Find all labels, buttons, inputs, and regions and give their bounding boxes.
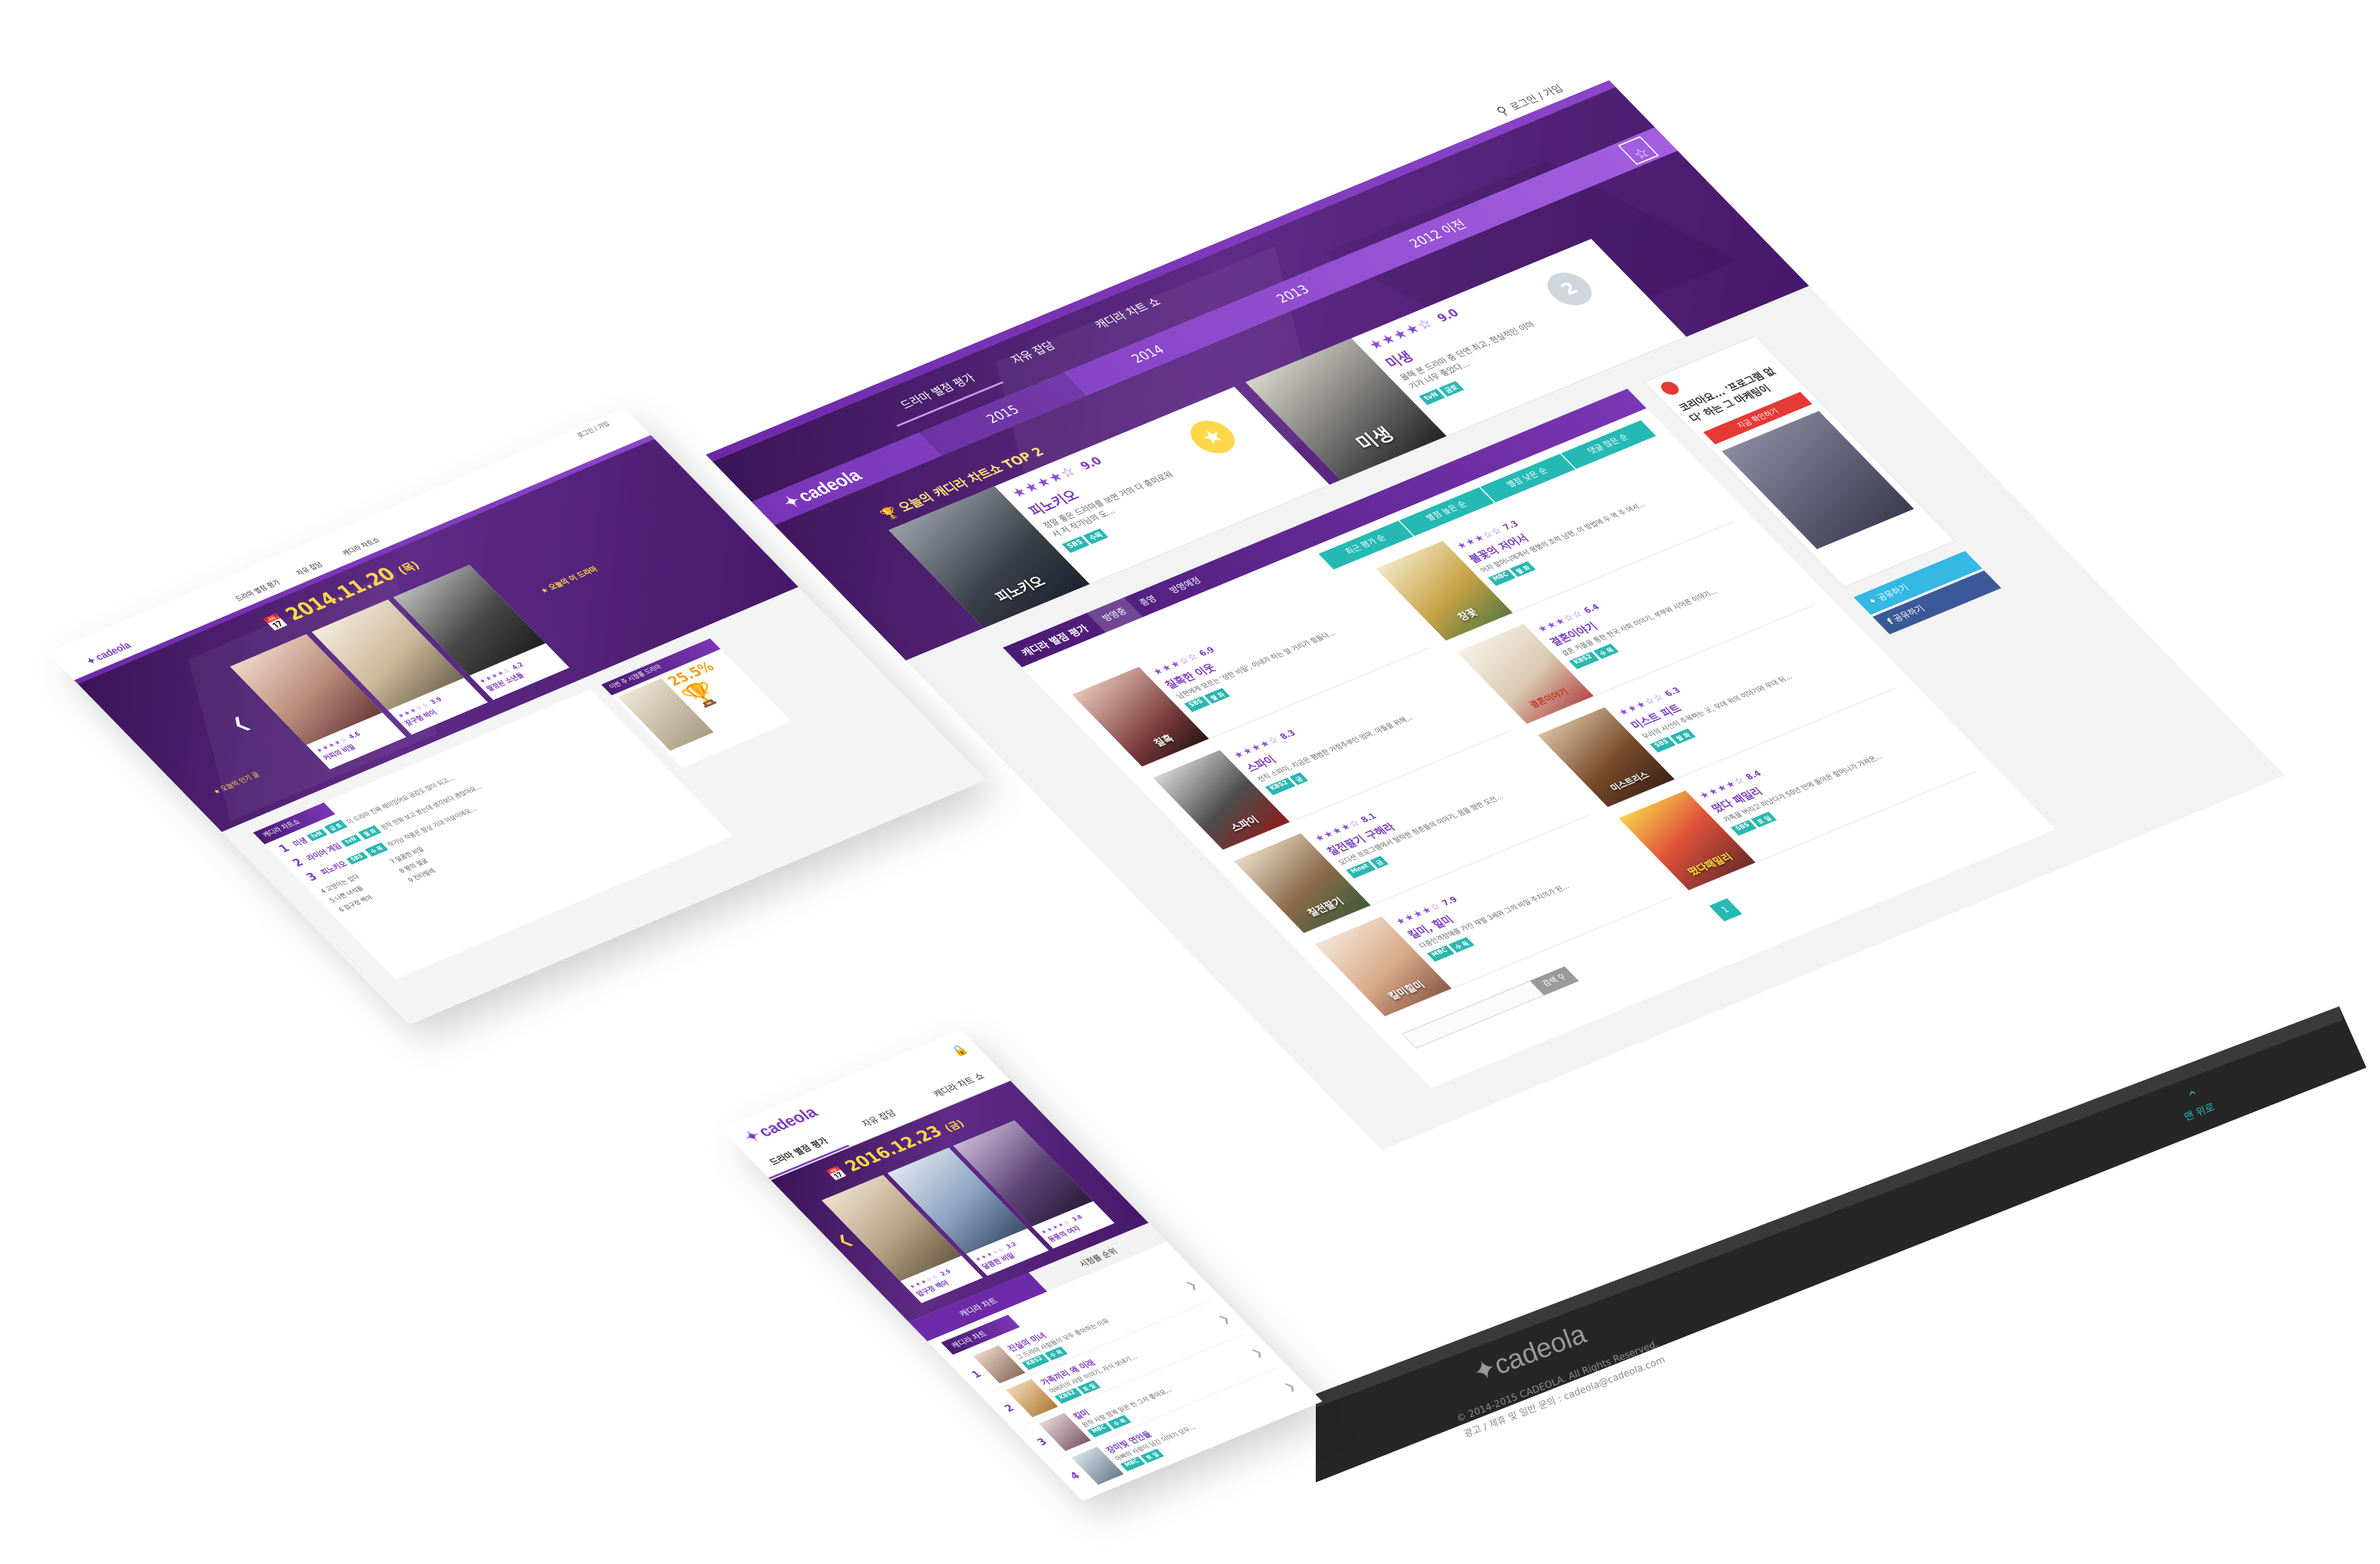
chevron-right-icon[interactable]: ❯ xyxy=(1248,1346,1265,1359)
calendar-icon: 📅 xyxy=(823,1164,849,1183)
panel-label: 캐디라 별점 평가 xyxy=(1018,623,1091,659)
desktop-screen: ⚲ 로그인 / 가입 드라마 별점 평가 자유 잡담 캐디라 차트 쇼 ✦ cad… xyxy=(687,61,2285,1151)
mobile-screen: ✦ cadeola 🔒 드라마 별점 평가 자유 잡담 캐디라 차트 쇼 📅 20… xyxy=(721,1029,1323,1501)
chevron-right-icon[interactable]: ❯ xyxy=(1216,1312,1232,1325)
channel-tag: SBS xyxy=(1184,696,1210,713)
channel-tag: SBS xyxy=(1731,819,1757,836)
favorite-star-icon[interactable]: ☆ xyxy=(1618,136,1659,165)
channel-tag: MBC xyxy=(1488,569,1516,586)
chevron-up-icon: ⌃ xyxy=(2184,1087,2203,1108)
logo-mark-icon: ✦ xyxy=(1469,1353,1501,1389)
lock-icon[interactable]: 🔒 xyxy=(949,1042,971,1058)
day-tag: 토 일 xyxy=(1750,811,1777,828)
chevron-right-icon[interactable]: ❯ xyxy=(1183,1278,1200,1291)
channel-tag: SBS xyxy=(1061,536,1090,554)
chevron-right-icon[interactable]: ❯ xyxy=(1281,1380,1297,1392)
day-tag: 수 목 xyxy=(1448,936,1475,953)
channel-tag: SBS xyxy=(1650,736,1676,753)
channel-tag: tvN xyxy=(1418,388,1445,405)
today-pick-label: ★ 오늘의 이 드라마 xyxy=(538,564,600,596)
day-tag: 수 목 xyxy=(1593,643,1619,660)
channel-tag: MBC xyxy=(1427,945,1455,962)
ad-logo-icon xyxy=(1657,379,1683,397)
back-to-top-link[interactable]: ⌃ 맨 위로 xyxy=(2176,1084,2217,1124)
day-tag: 월 화 xyxy=(1510,561,1536,577)
day-tag: 월 화 xyxy=(1669,728,1696,745)
footer-contact: 광고 / 제휴 및 일반 문의 : cadeola@cadeola.com xyxy=(1463,1354,1667,1440)
mockup-scene: ⚲ 로그인 / 가입 드라마 별점 평가 자유 잡담 캐디라 차트 쇼 ✦ cad… xyxy=(0,0,2380,1564)
prev-arrow-icon[interactable]: ❮ xyxy=(834,1232,856,1248)
page-button[interactable]: 1 xyxy=(1709,898,1742,922)
day-tag: 월 화 xyxy=(1204,687,1230,704)
footer-logo: ✦cadeola xyxy=(1469,1319,1591,1389)
day-tag: 수목 xyxy=(1083,528,1109,545)
footer-copyright: © 2014-2015 CADEOLA. All Rights Reserved… xyxy=(1455,1338,1660,1425)
day-tag: 금토 xyxy=(1438,381,1465,397)
